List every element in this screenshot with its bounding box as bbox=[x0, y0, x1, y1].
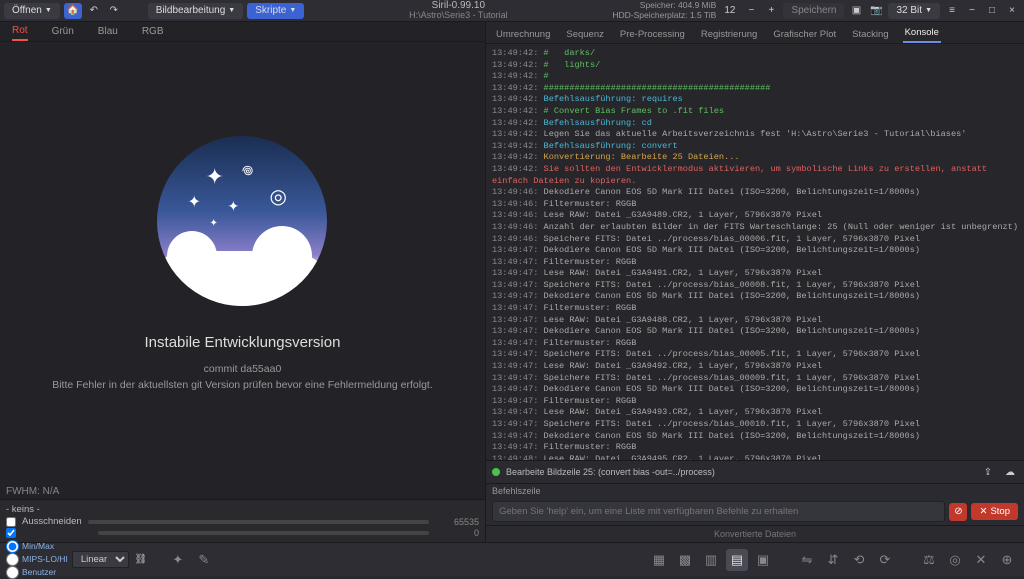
tab-sequenz[interactable]: Sequenz bbox=[564, 26, 606, 43]
snap-icon[interactable]: 📷 bbox=[868, 3, 884, 19]
bitdepth-label: 32 Bit bbox=[896, 5, 922, 16]
rotate-l-icon[interactable]: ⟲ bbox=[848, 549, 870, 571]
view-grid5-icon[interactable]: ▣ bbox=[752, 549, 774, 571]
maximize-icon[interactable]: □ bbox=[984, 3, 1000, 19]
histogram-panel: - keins - Ausschneiden 65535 0 bbox=[0, 499, 485, 542]
tab-plot[interactable]: Grafischer Plot bbox=[771, 26, 838, 43]
radio-minmax-label: Min/Max bbox=[22, 541, 54, 551]
chain-icon[interactable]: ⛓ bbox=[133, 552, 149, 568]
show-checkbox[interactable] bbox=[6, 528, 16, 538]
menu-icon[interactable]: ≡ bbox=[944, 3, 960, 19]
target-icon[interactable]: ◎ bbox=[944, 549, 966, 571]
caret-icon: ▼ bbox=[45, 7, 52, 14]
memory-info: Speicher: 404.9 MiB HDD-Speicherplatz: 1… bbox=[612, 1, 716, 20]
undo-icon[interactable]: ↶ bbox=[86, 3, 102, 19]
view-grid2-icon[interactable]: ▩ bbox=[674, 549, 696, 571]
tab-stacking[interactable]: Stacking bbox=[850, 26, 890, 43]
clear-icon[interactable]: ☁ bbox=[1002, 464, 1018, 480]
right-footer: Konvertierte Dateien bbox=[486, 525, 1024, 542]
home-button[interactable]: 🏠 bbox=[64, 3, 82, 19]
tab-konsole[interactable]: Konsole bbox=[903, 24, 941, 43]
globe-icon[interactable]: ⊕ bbox=[996, 549, 1018, 571]
plus-icon[interactable]: + bbox=[763, 3, 779, 19]
bitdepth-button[interactable]: 32 Bit▼ bbox=[888, 3, 940, 19]
console-output[interactable]: 13:49:42: # darks/ 13:49:42: # lights/ 1… bbox=[486, 44, 1024, 460]
main-toolbar: Öffnen▼ 🏠 ↶ ↷ Bildbearbeitung▼ Skripte▼ … bbox=[0, 0, 1024, 22]
color-tabs: Rot Grün Blau RGB bbox=[0, 22, 485, 42]
max-value: 65535 bbox=[435, 517, 479, 527]
fwhm-label: FWHM: N/A bbox=[0, 484, 485, 499]
image-edit-button[interactable]: Bildbearbeitung▼ bbox=[148, 3, 243, 19]
status-text: Bearbeite Bildzeile 25: (convert bias -o… bbox=[506, 467, 715, 477]
caret-icon: ▼ bbox=[925, 7, 932, 14]
title-area: Siril-0.99.10 H:\Astro\Serie3 - Tutorial bbox=[308, 0, 608, 21]
min-slider[interactable] bbox=[98, 531, 429, 535]
stop-label: Stop bbox=[990, 506, 1010, 517]
cut-checkbox[interactable] bbox=[6, 517, 16, 527]
min-value: 0 bbox=[435, 528, 479, 538]
open-label: Öffnen bbox=[12, 5, 42, 16]
hdd-label: HDD-Speicherplatz: 1.5 TiB bbox=[612, 11, 716, 20]
command-input[interactable] bbox=[492, 501, 946, 522]
open-button[interactable]: Öffnen▼ bbox=[4, 3, 60, 19]
radio-user-label: Benutzer bbox=[22, 567, 56, 577]
rotate-r-icon[interactable]: ⟳ bbox=[874, 549, 896, 571]
tab-rot[interactable]: Rot bbox=[12, 22, 28, 41]
footer-bar: Min/Max MIPS-LO/HI Benutzer Linear ⛓ ✦ ✎… bbox=[0, 542, 1024, 576]
preview-area: ✦ 𖦹 ✦ ✦ ◎ ✦ Instabile Entwicklungsversio… bbox=[0, 42, 485, 484]
radio-user[interactable] bbox=[6, 566, 19, 579]
minus-icon[interactable]: − bbox=[743, 3, 759, 19]
count-badge: 12 bbox=[720, 5, 739, 16]
max-slider[interactable] bbox=[88, 520, 429, 524]
stop-button[interactable]: ✕ Stop bbox=[971, 503, 1018, 520]
caret-icon: ▼ bbox=[228, 7, 235, 14]
version-title: Instabile Entwicklungsversion bbox=[145, 334, 341, 351]
version-note: Bitte Fehler in der aktuellsten git Vers… bbox=[52, 379, 433, 391]
status-dot-icon bbox=[492, 468, 500, 476]
mirror-h-icon[interactable]: ⇋ bbox=[796, 549, 818, 571]
path-subtitle: H:\Astro\Serie3 - Tutorial bbox=[308, 11, 608, 21]
export-icon[interactable]: ⇪ bbox=[980, 464, 996, 480]
radio-minmax[interactable] bbox=[6, 540, 19, 553]
radio-mips[interactable] bbox=[6, 553, 19, 566]
save-button[interactable]: Speichern bbox=[783, 3, 844, 19]
view-grid4-icon[interactable]: ▤ bbox=[726, 549, 748, 571]
tab-blau[interactable]: Blau bbox=[98, 23, 118, 40]
view-grid3-icon[interactable]: ▥ bbox=[700, 549, 722, 571]
fit-icon[interactable]: ▣ bbox=[848, 3, 864, 19]
command-label: Befehlszeile bbox=[486, 483, 1024, 498]
cut-label: Ausschneiden bbox=[22, 516, 82, 527]
command-row: ⊘ ✕ Stop bbox=[486, 498, 1024, 525]
tool-star-icon[interactable]: ✦ bbox=[167, 549, 189, 571]
tab-rgb[interactable]: RGB bbox=[142, 23, 164, 40]
scripts-button[interactable]: Skripte▼ bbox=[247, 3, 304, 19]
caret-icon: ▼ bbox=[289, 7, 296, 14]
keins-label: - keins - bbox=[6, 504, 40, 515]
minimize-icon[interactable]: − bbox=[964, 3, 980, 19]
radio-mips-label: MIPS-LO/HI bbox=[22, 554, 68, 564]
mode-combo[interactable]: Linear bbox=[72, 551, 129, 568]
redo-icon[interactable]: ↷ bbox=[106, 3, 122, 19]
tab-gruen[interactable]: Grün bbox=[52, 23, 74, 40]
siril-logo: ✦ 𖦹 ✦ ✦ ◎ ✦ bbox=[157, 136, 327, 306]
warning-icon[interactable]: ⊘ bbox=[949, 503, 967, 521]
tab-preprocessing[interactable]: Pre-Processing bbox=[618, 26, 687, 43]
tab-umrechnung[interactable]: Umrechnung bbox=[494, 26, 552, 43]
tool-wand-icon[interactable]: ✎ bbox=[193, 549, 215, 571]
balance-icon[interactable]: ⚖ bbox=[918, 549, 940, 571]
display-mode-radios: Min/Max MIPS-LO/HI Benutzer bbox=[6, 540, 68, 579]
status-bar: Bearbeite Bildzeile 25: (convert bias -o… bbox=[486, 460, 1024, 483]
right-tabs: Umrechnung Sequenz Pre-Processing Regist… bbox=[486, 22, 1024, 44]
image-edit-label: Bildbearbeitung bbox=[156, 5, 226, 16]
tab-registrierung[interactable]: Registrierung bbox=[699, 26, 760, 43]
view-grid1-icon[interactable]: ▦ bbox=[648, 549, 670, 571]
close-icon[interactable]: × bbox=[1004, 3, 1020, 19]
compass-icon[interactable]: ✕ bbox=[970, 549, 992, 571]
version-commit: commit da55aa0 bbox=[204, 363, 282, 375]
scripts-label: Skripte bbox=[255, 5, 286, 16]
mirror-v-icon[interactable]: ⇵ bbox=[822, 549, 844, 571]
